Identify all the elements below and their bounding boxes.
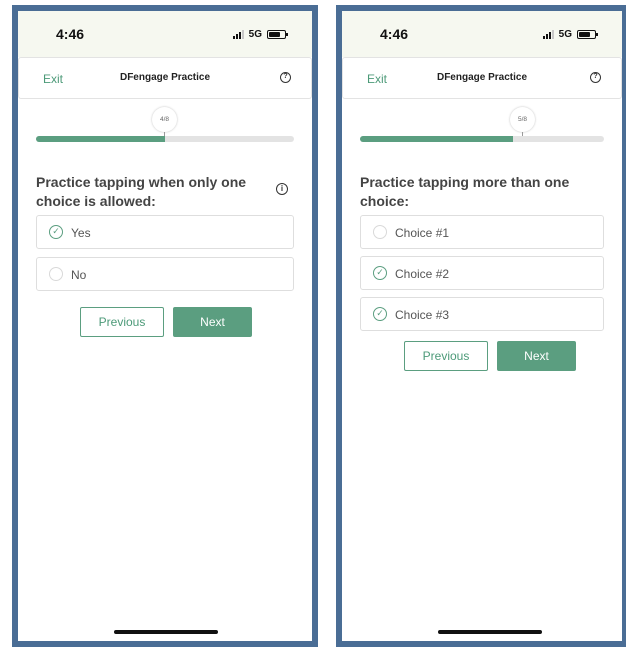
progress-label: 5/8: [510, 107, 535, 132]
signal-icon: [542, 30, 554, 39]
page-title: DFengage Practice: [436, 72, 528, 83]
network-label: 5G: [248, 29, 262, 40]
empty-radio-icon: [49, 267, 63, 281]
choice-label: Yes: [71, 226, 91, 240]
choice-option-no[interactable]: No: [36, 257, 294, 291]
previous-button[interactable]: Previous: [404, 341, 488, 371]
phone-frame-multi-choice: 4:46 5G Exit DFengage Practice ? 5/8 Pra…: [336, 5, 626, 647]
choice-option-yes[interactable]: ✓ Yes: [36, 215, 294, 249]
choice-label: Choice #1: [395, 226, 450, 240]
check-circle-icon: ✓: [373, 266, 387, 280]
info-icon[interactable]: i: [276, 183, 288, 195]
question-circle-icon[interactable]: ?: [280, 72, 291, 83]
progress-label: 4/8: [152, 107, 177, 132]
choice-label: Choice #2: [395, 267, 450, 281]
app-header: Exit DFengage Practice ?: [18, 57, 312, 99]
signal-icon: [232, 30, 244, 39]
status-time: 4:46: [56, 26, 85, 42]
empty-radio-icon: [373, 225, 387, 239]
question-text: Practice tapping when only one choice is…: [36, 174, 247, 209]
check-circle-icon: ✓: [373, 307, 387, 321]
phone-screen: 4:46 5G Exit DFengage Practice ? 5/8 Pra…: [342, 11, 622, 641]
choice-option-2[interactable]: ✓ Choice #2: [360, 256, 604, 290]
phone-screen: 4:46 5G Exit DFengage Practice ? 4/8 Pra…: [18, 11, 312, 641]
choice-option-3[interactable]: ✓ Choice #3: [360, 297, 604, 331]
app-header: Exit DFengage Practice ?: [342, 57, 622, 99]
progress-bar: [36, 136, 294, 142]
battery-icon: [577, 30, 598, 39]
question-circle-icon[interactable]: ?: [590, 72, 601, 83]
battery-icon: [267, 30, 288, 39]
next-button[interactable]: Next: [173, 307, 252, 337]
status-bar: 4:46 5G: [342, 11, 622, 57]
status-time: 4:46: [380, 26, 409, 42]
progress-fill: [360, 136, 513, 142]
home-indicator[interactable]: [438, 630, 542, 634]
status-bar: 4:46 5G: [18, 11, 312, 57]
status-indicators: 5G: [232, 29, 288, 40]
check-circle-icon: ✓: [49, 225, 63, 239]
phone-frame-single-choice: 4:46 5G Exit DFengage Practice ? 4/8 Pra…: [12, 5, 318, 647]
choice-label: Choice #3: [395, 308, 450, 322]
choice-label: No: [71, 268, 87, 282]
previous-button[interactable]: Previous: [80, 307, 164, 337]
question-text: Practice tapping more than one choice:: [360, 174, 570, 209]
next-button[interactable]: Next: [497, 341, 576, 371]
page-title: DFengage Practice: [119, 72, 211, 83]
choice-option-1[interactable]: Choice #1: [360, 215, 604, 249]
progress-bar: [360, 136, 604, 142]
network-label: 5G: [558, 29, 572, 40]
progress-fill: [36, 136, 165, 142]
status-indicators: 5G: [542, 29, 598, 40]
home-indicator[interactable]: [114, 630, 218, 634]
